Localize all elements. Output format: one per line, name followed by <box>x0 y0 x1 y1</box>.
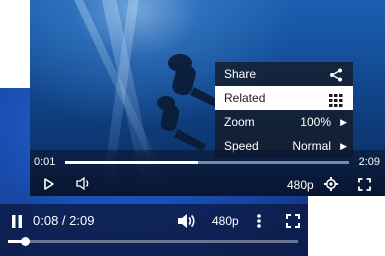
fullscreen-icon[interactable] <box>358 178 371 196</box>
play-icon[interactable] <box>44 177 54 195</box>
time-elapsed: 0:01 <box>34 156 56 168</box>
chevron-right-icon: ▶ <box>340 117 347 127</box>
fullscreen-icon[interactable] <box>286 214 300 233</box>
pause-icon[interactable] <box>11 215 23 228</box>
progress-track[interactable] <box>65 161 349 164</box>
quality-label[interactable]: 480p <box>212 214 239 228</box>
quality-label[interactable]: 480p <box>287 178 314 192</box>
menu-item-share[interactable]: Share <box>215 62 353 86</box>
volume-icon[interactable] <box>177 213 195 234</box>
main-control-bar: 0:01 2:09 480p <box>30 150 385 196</box>
menu-item-zoom[interactable]: Zoom 100% ▶ <box>215 110 353 134</box>
volume-icon[interactable] <box>76 176 92 195</box>
time-display: 0:08 / 2:09 <box>33 213 95 228</box>
settings-menu: Share Related Zoom 100% ▶ Speed Normal ▶ <box>215 62 353 158</box>
menu-item-label: Related <box>224 91 266 105</box>
progress-fill <box>65 161 199 164</box>
menu-item-label: Share <box>224 67 257 81</box>
time-total: 2:09 <box>358 156 380 168</box>
progress-handle[interactable] <box>21 237 31 246</box>
menu-item-label: Zoom <box>224 115 255 129</box>
gear-icon[interactable] <box>324 177 338 196</box>
secondary-control-bar: 0:08 / 2:09 480p <box>0 204 308 256</box>
menu-item-related[interactable]: Related <box>215 86 353 110</box>
main-video-player[interactable]: Share Related Zoom 100% ▶ Speed Normal ▶ <box>30 0 385 196</box>
progress-track[interactable] <box>8 237 298 246</box>
more-options-icon[interactable] <box>256 213 262 234</box>
zoom-value: 100% <box>300 115 331 129</box>
